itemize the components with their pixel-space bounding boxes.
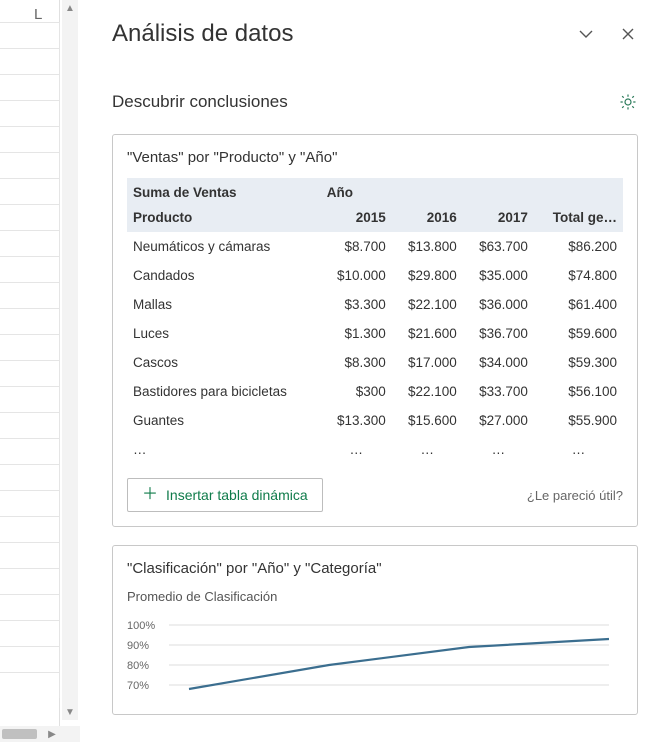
table-row: Luces$1.300$21.600$36.700$59.600 bbox=[127, 319, 623, 348]
insert-pivot-label: Insertar tabla dinámica bbox=[166, 487, 308, 503]
header-2016: 2016 bbox=[392, 207, 463, 232]
y-tick: 90% bbox=[127, 640, 149, 652]
scroll-thumb[interactable] bbox=[2, 729, 37, 739]
card-title: "Clasificación" por "Año" y "Categoría" bbox=[127, 560, 623, 577]
insight-card-pivot: "Ventas" por "Producto" y "Año" Suma de … bbox=[112, 134, 638, 527]
cell-total: $55.900 bbox=[534, 406, 623, 435]
ellipsis: … bbox=[392, 435, 463, 464]
cell-2016: $15.600 bbox=[392, 406, 463, 435]
cell-product: Guantes bbox=[127, 406, 321, 435]
section-header: Descubrir conclusiones bbox=[112, 92, 638, 112]
insert-pivot-button[interactable]: ＋ Insertar tabla dinámica bbox=[127, 478, 323, 512]
pane-actions bbox=[576, 24, 638, 44]
cell-total: $86.200 bbox=[534, 232, 623, 261]
cell-total: $61.400 bbox=[534, 290, 623, 319]
cell-2015: $300 bbox=[321, 377, 392, 406]
header-product: Producto bbox=[127, 207, 321, 232]
column-header-L[interactable]: L bbox=[34, 6, 42, 23]
cell-2016: $22.100 bbox=[392, 290, 463, 319]
cell-2016: $22.100 bbox=[392, 377, 463, 406]
card-subtitle: Promedio de Clasificación bbox=[127, 589, 623, 604]
cell-2015: $10.000 bbox=[321, 261, 392, 290]
header-year-group: Año bbox=[321, 178, 392, 207]
pivot-table: Suma de Ventas Año Producto 2015 2016 20… bbox=[127, 178, 623, 464]
plus-icon: ＋ bbox=[142, 487, 158, 503]
gear-icon bbox=[619, 93, 637, 111]
y-tick: 100% bbox=[127, 620, 155, 632]
cell-2015: $8.300 bbox=[321, 348, 392, 377]
y-tick: 70% bbox=[127, 680, 149, 692]
cell-2017: $34.000 bbox=[463, 348, 534, 377]
cell-2015: $1.300 bbox=[321, 319, 392, 348]
cell-2015: $8.700 bbox=[321, 232, 392, 261]
cell-2017: $27.000 bbox=[463, 406, 534, 435]
scroll-down-icon[interactable]: ▼ bbox=[62, 704, 78, 720]
table-header-row: Producto 2015 2016 2017 Total ge… bbox=[127, 207, 623, 232]
grid-cells[interactable] bbox=[0, 22, 60, 698]
cell-2017: $33.700 bbox=[463, 377, 534, 406]
header-total: Total ge… bbox=[534, 207, 623, 232]
horizontal-scrollbar[interactable]: ▶ bbox=[0, 726, 80, 742]
table-header-row: Suma de Ventas Año bbox=[127, 178, 623, 207]
cell-product: Neumáticos y cámaras bbox=[127, 232, 321, 261]
table-row: Candados$10.000$29.800$35.000$74.800 bbox=[127, 261, 623, 290]
scroll-right-icon[interactable]: ▶ bbox=[44, 726, 60, 742]
scroll-up-icon[interactable]: ▲ bbox=[62, 0, 78, 16]
cell-2016: $13.800 bbox=[392, 232, 463, 261]
chart-area: 100% 90% 80% 70% bbox=[127, 620, 623, 700]
ellipsis: … bbox=[463, 435, 534, 464]
table-more-row[interactable]: … … … … … bbox=[127, 435, 623, 464]
pane-header: Análisis de datos bbox=[112, 20, 638, 48]
cell-product: Bastidores para bicicletas bbox=[127, 377, 321, 406]
cell-product: Candados bbox=[127, 261, 321, 290]
section-title: Descubrir conclusiones bbox=[112, 92, 288, 112]
cell-2017: $63.700 bbox=[463, 232, 534, 261]
header-measure: Suma de Ventas bbox=[127, 178, 321, 207]
table-row: Guantes$13.300$15.600$27.000$55.900 bbox=[127, 406, 623, 435]
chart-svg bbox=[169, 620, 609, 700]
cell-2017: $36.700 bbox=[463, 319, 534, 348]
vertical-scrollbar[interactable]: ▲ ▼ bbox=[62, 0, 78, 720]
cell-product: Luces bbox=[127, 319, 321, 348]
table-row: Cascos$8.300$17.000$34.000$59.300 bbox=[127, 348, 623, 377]
cell-2016: $17.000 bbox=[392, 348, 463, 377]
spreadsheet-edge: L bbox=[0, 0, 60, 742]
close-icon bbox=[620, 26, 636, 42]
cell-2015: $13.300 bbox=[321, 406, 392, 435]
cell-total: $74.800 bbox=[534, 261, 623, 290]
table-row: Neumáticos y cámaras$8.700$13.800$63.700… bbox=[127, 232, 623, 261]
settings-button[interactable] bbox=[618, 92, 638, 112]
header-2015: 2015 bbox=[321, 207, 392, 232]
ellipsis: … bbox=[534, 435, 623, 464]
chevron-down-icon bbox=[578, 26, 594, 42]
cell-total: $56.100 bbox=[534, 377, 623, 406]
pane-title: Análisis de datos bbox=[112, 20, 293, 48]
analyze-data-pane: Análisis de datos Descubrir conclusiones… bbox=[84, 0, 656, 742]
cell-2017: $35.000 bbox=[463, 261, 534, 290]
ellipsis: … bbox=[321, 435, 392, 464]
table-row: Bastidores para bicicletas$300$22.100$33… bbox=[127, 377, 623, 406]
cell-2016: $29.800 bbox=[392, 261, 463, 290]
table-row: Mallas$3.300$22.100$36.000$61.400 bbox=[127, 290, 623, 319]
cell-2015: $3.300 bbox=[321, 290, 392, 319]
cell-total: $59.600 bbox=[534, 319, 623, 348]
cell-product: Cascos bbox=[127, 348, 321, 377]
helpful-link[interactable]: ¿Le pareció útil? bbox=[527, 488, 623, 503]
card-footer: ＋ Insertar tabla dinámica ¿Le pareció út… bbox=[127, 478, 623, 512]
ellipsis: … bbox=[127, 435, 321, 464]
cell-2017: $36.000 bbox=[463, 290, 534, 319]
cell-product: Mallas bbox=[127, 290, 321, 319]
cell-total: $59.300 bbox=[534, 348, 623, 377]
cell-2016: $21.600 bbox=[392, 319, 463, 348]
collapse-button[interactable] bbox=[576, 24, 596, 44]
y-tick: 80% bbox=[127, 660, 149, 672]
close-button[interactable] bbox=[618, 24, 638, 44]
card-title: "Ventas" por "Producto" y "Año" bbox=[127, 149, 623, 166]
header-2017: 2017 bbox=[463, 207, 534, 232]
insight-card-chart: "Clasificación" por "Año" y "Categoría" … bbox=[112, 545, 638, 715]
